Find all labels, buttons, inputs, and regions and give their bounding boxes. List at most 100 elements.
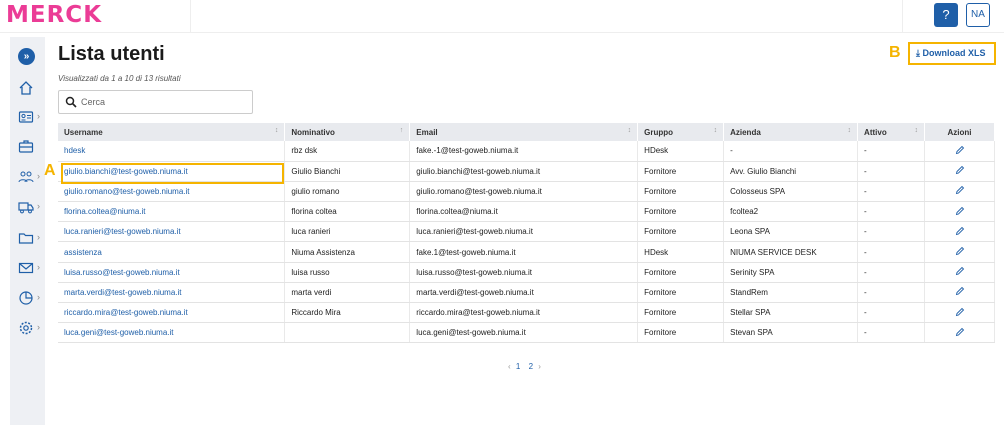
table-row[interactable]: riccardo.mira@test-goweb.niuma.it Riccard… [58,302,995,324]
table-row[interactable]: assistenza Niuma Assistenza fake.1@test-go… [58,241,995,263]
edit-pencil-icon[interactable] [955,226,965,236]
sort-icon[interactable]: ↕ [915,127,919,134]
chevron-right-icon: › [37,201,40,211]
search-input[interactable]: Cerca [58,90,253,114]
table-row[interactable]: giulio.romano@test-goweb.niuma.it giulio … [58,181,995,203]
pagination-page-1[interactable]: 1 [516,362,520,371]
page-title: Lista utenti [58,43,165,65]
cell-azienda: - [723,141,859,162]
cell-nominativo: Giulio Bianchi [284,161,411,182]
cell-email: giulio.bianchi@test-goweb.niuma.it [409,161,639,182]
table-header-row: Username ↕ Nominativo ↑ Email ↕ Gruppo ↕ Azi… [58,123,995,141]
cell-azienda: Avv. Giulio Bianchi [723,161,859,182]
cell-username[interactable]: florina.coltea@niuma.it [58,201,286,223]
cell-nominativo: luisa russo [284,262,411,283]
chevron-right-icon: › [37,171,40,181]
sort-asc-icon[interactable]: ↑ [400,127,404,134]
cell-email: luisa.russo@test-goweb.niuma.it [409,262,639,283]
cell-nominativo: Riccardo Mira [284,302,411,324]
cell-username[interactable]: luisa.russo@test-goweb.niuma.it [58,262,286,283]
search-icon [65,96,77,108]
cell-azioni [924,181,995,203]
cell-nominativo: giulio romano [284,181,411,203]
pie-chart-icon [19,291,33,305]
download-icon: ⤓ [916,48,920,58]
cell-username[interactable]: marta.verdi@test-goweb.niuma.it [58,282,286,304]
cell-username[interactable]: luca.ranieri@test-goweb.niuma.it [58,221,286,243]
cell-username[interactable]: luca.geni@test-goweb.niuma.it [58,322,286,344]
edit-pencil-icon[interactable] [955,165,965,175]
merck-logo[interactable]: MERCK [6,2,102,28]
cell-nominativo: luca ranieri [284,221,411,243]
table-row[interactable]: luisa.russo@test-goweb.niuma.it luisa rus… [58,262,995,283]
column-header-gruppo[interactable]: Gruppo ↕ [637,123,725,141]
cell-email: luca.geni@test-goweb.niuma.it [409,322,639,344]
column-header-azienda[interactable]: Azienda ↕ [723,123,859,141]
cell-azioni [924,302,995,324]
cell-attivo: - [857,282,925,304]
pagination-next[interactable]: › [538,362,541,371]
cell-nominativo: rbz dsk [284,141,411,162]
users-icon [18,171,34,183]
cell-username[interactable]: giulio.romano@test-goweb.niuma.it [58,181,286,203]
folder-icon [18,233,34,244]
table-row[interactable]: luca.geni@test-goweb.niuma.it luca.geni@t… [58,322,995,344]
search-placeholder: Cerca [81,97,106,107]
cell-gruppo: Fornitore [637,181,725,203]
cell-username[interactable]: hdesk [58,141,286,162]
edit-pencil-icon[interactable] [955,286,965,296]
column-header-username[interactable]: Username ↕ [58,123,286,141]
sort-icon[interactable]: ↕ [628,127,632,134]
cell-azienda: Leona SPA [723,221,859,243]
column-header-email[interactable]: Email ↕ [409,123,639,141]
edit-pencil-icon[interactable] [955,145,965,155]
sidebar-item-briefcase[interactable] [10,136,45,156]
cell-azienda: Serinity SPA [723,262,859,283]
table-row[interactable]: marta.verdi@test-goweb.niuma.it marta ver… [58,282,995,304]
sidebar-item-home[interactable] [10,78,45,98]
cell-azioni [924,322,995,344]
cell-azienda: NIUMA SERVICE DESK [723,241,859,263]
cell-azienda: Colosseus SPA [723,181,859,203]
chevron-right-icon: › [37,322,40,332]
sidebar-item-reports[interactable]: › [10,288,45,308]
cell-nominativo [284,322,411,344]
cell-attivo: - [857,221,925,243]
sidebar-item-settings[interactable]: › [10,318,45,338]
sidebar-item-transport[interactable]: › [10,197,45,217]
pagination-page-2[interactable]: 2 [529,362,533,371]
user-avatar[interactable]: NA [966,3,990,27]
download-xls-button[interactable]: ⤓ Download XLS [916,48,986,59]
cell-username[interactable]: assistenza [58,241,286,263]
column-header-attivo[interactable]: Attivo ↕ [857,123,925,141]
cell-gruppo: Fornitore [637,282,725,304]
edit-pencil-icon[interactable] [955,327,965,337]
sidebar-item-folder[interactable]: › [10,228,45,248]
sidebar-item-users[interactable]: › [10,167,45,187]
cell-nominativo: Niuma Assistenza [284,241,411,263]
sort-icon[interactable]: ↕ [714,127,718,134]
sort-icon[interactable]: ↕ [848,127,852,134]
sidebar-expand-button[interactable]: » [10,46,45,66]
cell-attivo: - [857,161,925,182]
cell-attivo: - [857,302,925,324]
cell-azienda: fcoltea2 [723,201,859,223]
sidebar-item-contacts[interactable]: › [10,107,45,127]
table-row[interactable]: luca.ranieri@test-goweb.niuma.it luca ran… [58,221,995,243]
table-row[interactable]: florina.coltea@niuma.it florina coltea flo… [58,201,995,223]
divider [902,0,903,33]
sort-icon[interactable]: ↕ [275,127,279,134]
cell-username[interactable]: riccardo.mira@test-goweb.niuma.it [58,302,286,324]
sidebar-item-mail[interactable]: › [10,258,45,278]
edit-pencil-icon[interactable] [955,307,965,317]
chevron-right-icon: › [37,262,40,272]
column-header-nominativo[interactable]: Nominativo ↑ [284,123,411,141]
edit-pencil-icon[interactable] [955,185,965,195]
help-button[interactable]: ? [934,3,958,27]
edit-pencil-icon[interactable] [955,266,965,276]
edit-pencil-icon[interactable] [955,246,965,256]
edit-pencil-icon[interactable] [955,206,965,216]
pagination-prev[interactable]: ‹ [508,362,511,371]
table-row[interactable]: hdesk rbz dsk fake.-1@test-goweb.niuma.it H… [58,141,995,162]
cell-gruppo: Fornitore [637,322,725,344]
